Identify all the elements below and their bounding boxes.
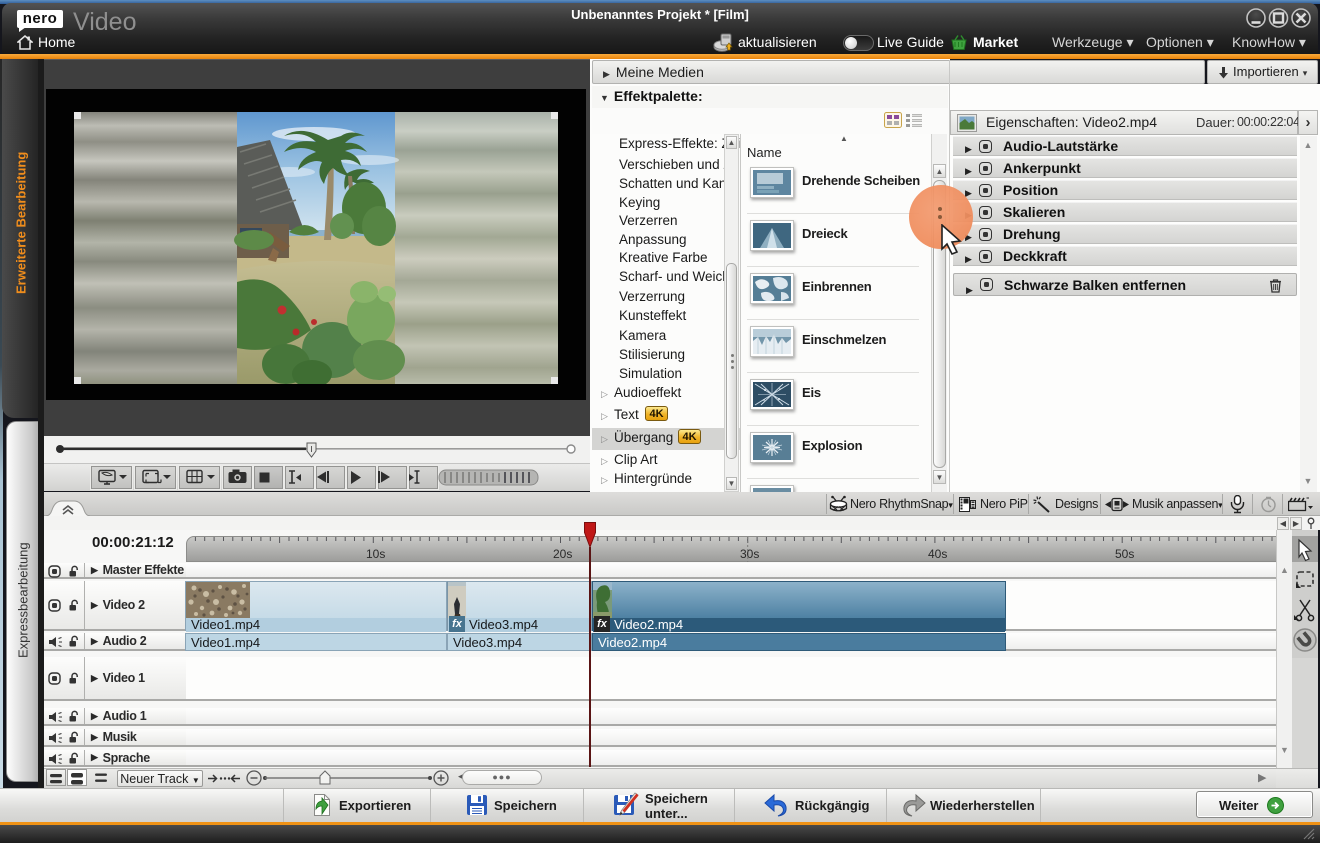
svg-text:10s: 10s xyxy=(366,547,385,561)
svg-text:30s: 30s xyxy=(740,547,759,561)
svg-text:40s: 40s xyxy=(928,547,947,561)
svg-text:50s: 50s xyxy=(1115,547,1134,561)
svg-text:20s: 20s xyxy=(553,547,572,561)
